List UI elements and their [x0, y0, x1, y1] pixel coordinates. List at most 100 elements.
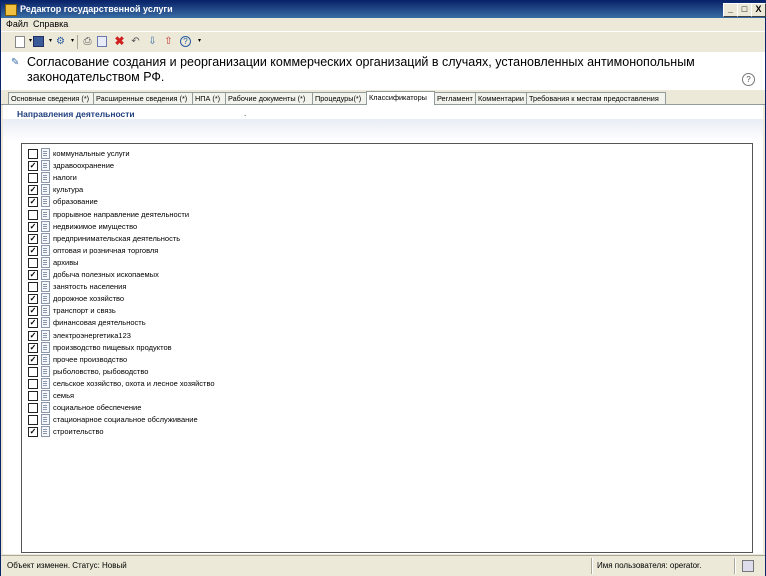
export-icon[interactable]: ⇩ — [147, 36, 158, 47]
list-item[interactable]: ✓ прочее производство — [28, 353, 428, 366]
document-icon — [41, 281, 50, 293]
list-item-label: прочее производство — [53, 354, 128, 364]
list-item[interactable]: ✓ электроэнергетика123 — [28, 329, 428, 342]
list-item-label: транспорт и связь — [53, 306, 116, 316]
list-item[interactable]: ✓ предпринимательская деятельность — [28, 232, 428, 245]
document-icon — [41, 293, 50, 305]
list-item[interactable]: ✓ добыча полезных ископаемых — [28, 269, 428, 281]
checkbox[interactable] — [28, 173, 38, 184]
checkbox[interactable]: ✓ — [28, 354, 38, 365]
list-item[interactable]: ✓ образование — [28, 196, 428, 208]
user-text: Имя пользователя: operator. — [597, 561, 702, 570]
list-item[interactable]: коммунальные услуги — [28, 148, 428, 160]
tab-comments[interactable]: Комментарии — [475, 92, 527, 104]
tab-regulation[interactable]: Регламент — [434, 92, 476, 104]
service-title: Согласование создания и реорганизации ко… — [27, 55, 695, 84]
checkbox[interactable] — [28, 282, 38, 293]
checkbox[interactable] — [28, 403, 38, 414]
help-dropdown-arrow-icon[interactable]: ▾ — [194, 36, 205, 47]
section-band — [3, 119, 763, 142]
document-icon — [41, 232, 50, 244]
tab-work-documents[interactable]: Рабочие документы (*) — [225, 92, 313, 104]
list-item-label: коммунальные услуги — [53, 149, 130, 158]
document-icon — [41, 172, 50, 184]
list-item-label: культура — [53, 185, 84, 195]
save-icon[interactable] — [33, 36, 44, 47]
checkbox[interactable]: ✓ — [28, 306, 38, 317]
undo-icon[interactable]: ↶ — [130, 36, 141, 47]
list-item[interactable]: ✓ здравоохранение — [28, 160, 428, 172]
new-document-icon[interactable] — [15, 36, 25, 48]
help-icon[interactable]: ? — [180, 36, 191, 47]
tab-procedures[interactable]: Процедуры(*) — [312, 92, 367, 104]
checkbox[interactable]: ✓ — [28, 342, 38, 353]
list-item[interactable]: рыболовство, рыбоводство — [28, 365, 428, 378]
list-item-label: строительство — [53, 427, 104, 437]
list-item[interactable]: ✓ строительство — [28, 426, 428, 438]
list-item-label: рыболовство, рыбоводство — [53, 366, 149, 376]
maximize-button[interactable]: □ — [737, 3, 752, 17]
checkbox[interactable] — [28, 149, 38, 159]
list-item[interactable]: семья — [28, 390, 428, 402]
list-item[interactable]: ✓ дорожное хозяйство — [28, 293, 428, 305]
document-icon — [41, 220, 50, 232]
checkbox[interactable]: ✓ — [28, 221, 38, 232]
list-item[interactable]: ✓ недвижимое имущество — [28, 220, 428, 233]
list-item[interactable]: ✓ оптовая и розничная торговля — [28, 244, 428, 257]
document-icon — [41, 341, 50, 353]
help-circle-icon[interactable]: ? — [742, 73, 755, 86]
list-item[interactable]: налоги — [28, 172, 428, 184]
copy-icon[interactable] — [97, 36, 107, 47]
checkbox[interactable] — [28, 391, 38, 401]
document-icon — [41, 269, 50, 280]
list-item[interactable]: сельское хозяйство, охота и лесное хозяй… — [28, 377, 428, 390]
list-item[interactable]: ✓ культура — [28, 184, 428, 196]
status-settings-icon[interactable] — [742, 560, 754, 572]
list-item-label: занятость населения — [53, 282, 127, 292]
checkbox[interactable] — [28, 209, 38, 220]
checkbox[interactable]: ✓ — [28, 270, 38, 280]
checkbox[interactable] — [28, 257, 38, 268]
tab-npa[interactable]: НПА (*) — [192, 92, 226, 104]
list-item[interactable]: прорывное направление деятельности — [28, 208, 428, 221]
list-item[interactable]: социальное обеспечение — [28, 402, 428, 414]
list-item[interactable]: ✓ транспорт и связь — [28, 305, 428, 317]
list-item[interactable]: архивы — [28, 256, 428, 269]
checkbox[interactable]: ✓ — [28, 245, 38, 256]
delete-icon[interactable]: ✖ — [114, 35, 125, 47]
checkbox[interactable]: ✓ — [28, 294, 38, 305]
close-button[interactable]: X — [751, 3, 766, 17]
menu-file[interactable]: Файл — [6, 19, 28, 29]
minimize-button[interactable]: _ — [723, 3, 738, 17]
checkbox[interactable] — [28, 415, 38, 426]
list-item[interactable]: ✓ финансовая деятельность — [28, 317, 428, 329]
checkbox[interactable]: ✓ — [28, 427, 38, 438]
print-icon[interactable]: ⎙ — [82, 36, 93, 47]
checkbox[interactable]: ✓ — [28, 197, 38, 208]
import-icon[interactable]: ⇧ — [163, 36, 174, 47]
checkbox[interactable] — [28, 378, 38, 389]
tab-classifiers[interactable]: Классификаторы — [366, 91, 435, 105]
list-item-label: предпринимательская деятельность — [53, 233, 181, 243]
list-item-label: сельское хозяйство, охота и лесное хозяй… — [53, 378, 215, 388]
tab-basic-info[interactable]: Основные сведения (*) — [8, 92, 94, 104]
tab-place-requirements[interactable]: Требования к местам предоставления — [526, 92, 666, 104]
checkbox[interactable]: ✓ — [28, 233, 38, 244]
list-item[interactable]: стационарное социальное обслуживание — [28, 414, 428, 426]
checkbox[interactable]: ✓ — [28, 318, 38, 329]
list-item[interactable]: занятость населения — [28, 281, 428, 293]
menu-help[interactable]: Справка — [33, 19, 68, 29]
settings-icon[interactable]: ⚙ — [55, 36, 66, 47]
document-icon — [41, 353, 50, 365]
document-icon — [41, 184, 50, 196]
checkbox[interactable]: ✓ — [28, 185, 38, 196]
activity-checklist[interactable]: коммунальные услуги ✓ здравоохранение налог… — [21, 143, 753, 553]
document-icon — [41, 305, 50, 317]
list-item-label: финансовая деятельность — [53, 318, 146, 328]
checkbox[interactable]: ✓ — [28, 161, 38, 172]
checkbox[interactable] — [28, 366, 38, 377]
document-icon — [41, 244, 50, 256]
checkbox[interactable]: ✓ — [28, 330, 38, 341]
tab-extended-info[interactable]: Расширенные сведения (*) — [93, 92, 193, 104]
list-item[interactable]: ✓ производство пищевых продуктов — [28, 341, 428, 354]
